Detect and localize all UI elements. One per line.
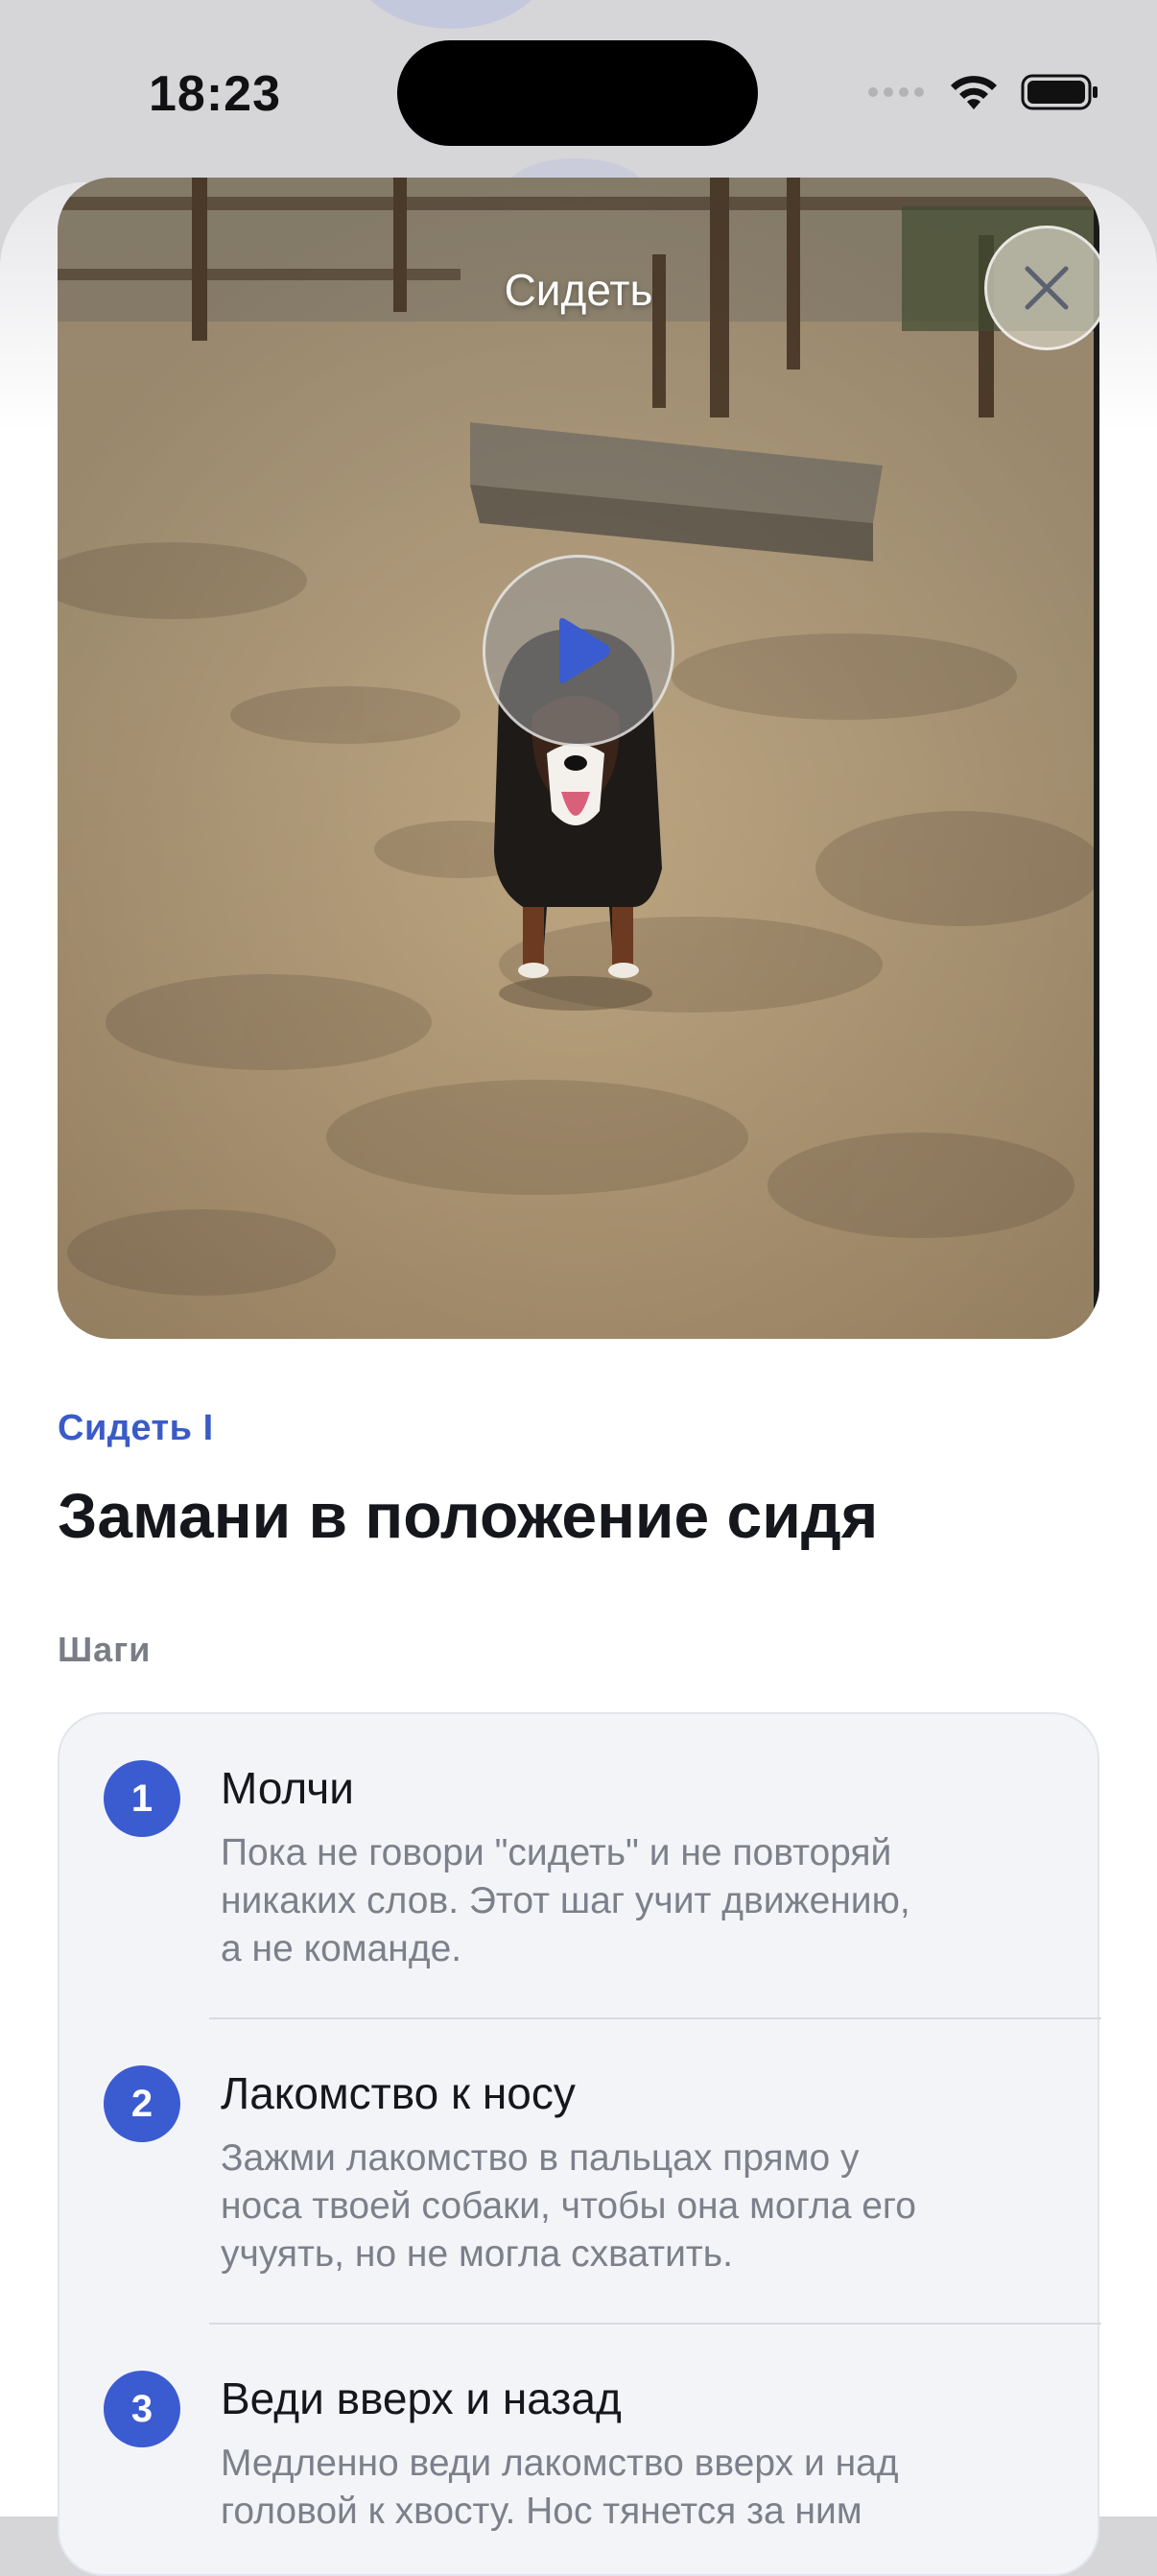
wifi-icon [951, 76, 997, 109]
status-icons [867, 65, 1099, 119]
step-description: Медленно веди лакомство вверх и над голо… [221, 2440, 1046, 2536]
play-button[interactable] [483, 555, 674, 747]
step-number-badge: 1 [104, 1760, 180, 1837]
video-title: Сидеть [504, 265, 653, 315]
steps-card: 1 Молчи Пока не говори "сидеть" и не пов… [58, 1712, 1101, 2576]
battery-icon [1021, 74, 1098, 110]
cellular-signal-icon [868, 87, 924, 97]
video-player[interactable]: Сидеть [58, 178, 1099, 1339]
close-icon [1025, 266, 1069, 310]
status-bar: 18:23 [0, 0, 1157, 182]
step-number-badge: 3 [104, 2371, 180, 2447]
step-divider [209, 2323, 1101, 2325]
dynamic-island [397, 40, 758, 146]
lesson-category: Сидеть I [58, 1408, 214, 1448]
step-description-line: Медленно веди лакомство вверх и над [221, 2443, 899, 2484]
close-button[interactable] [984, 226, 1099, 350]
play-icon [559, 618, 610, 683]
status-time: 18:23 [149, 66, 281, 122]
step-title: Лакомство к носу [221, 2068, 576, 2118]
step-description-line: а не команде. [221, 1928, 462, 1969]
step-divider [209, 2017, 1101, 2019]
step-description: Пока не говори "сидеть" и не повторяй ни… [221, 1829, 1046, 1973]
step-description-line: Зажми лакомство в пальцах прямо у [221, 2137, 860, 2179]
step-description-line: никаких слов. Этот шаг учит движению, [221, 1880, 910, 1921]
lesson-title: Замани в положение сидя [58, 1480, 879, 1551]
step-description-line: носа твоей собаки, чтобы она могла его [221, 2185, 916, 2227]
step-description-line: учуять, но не могла схватить. [221, 2233, 733, 2275]
step-title: Молчи [221, 1763, 354, 1813]
step-description: Зажми лакомство в пальцах прямо у носа т… [221, 2135, 1046, 2278]
video-frame-image [58, 178, 1099, 1339]
step-description-line: Пока не говори "сидеть" и не повторяй [221, 1832, 892, 1873]
steps-section-label: Шаги [58, 1630, 152, 1669]
step-number-badge: 2 [104, 2065, 180, 2142]
step-description-line: головой к хвосту. Нос тянется за ним [221, 2491, 862, 2532]
step-title: Веди вверх и назад [221, 2373, 622, 2423]
